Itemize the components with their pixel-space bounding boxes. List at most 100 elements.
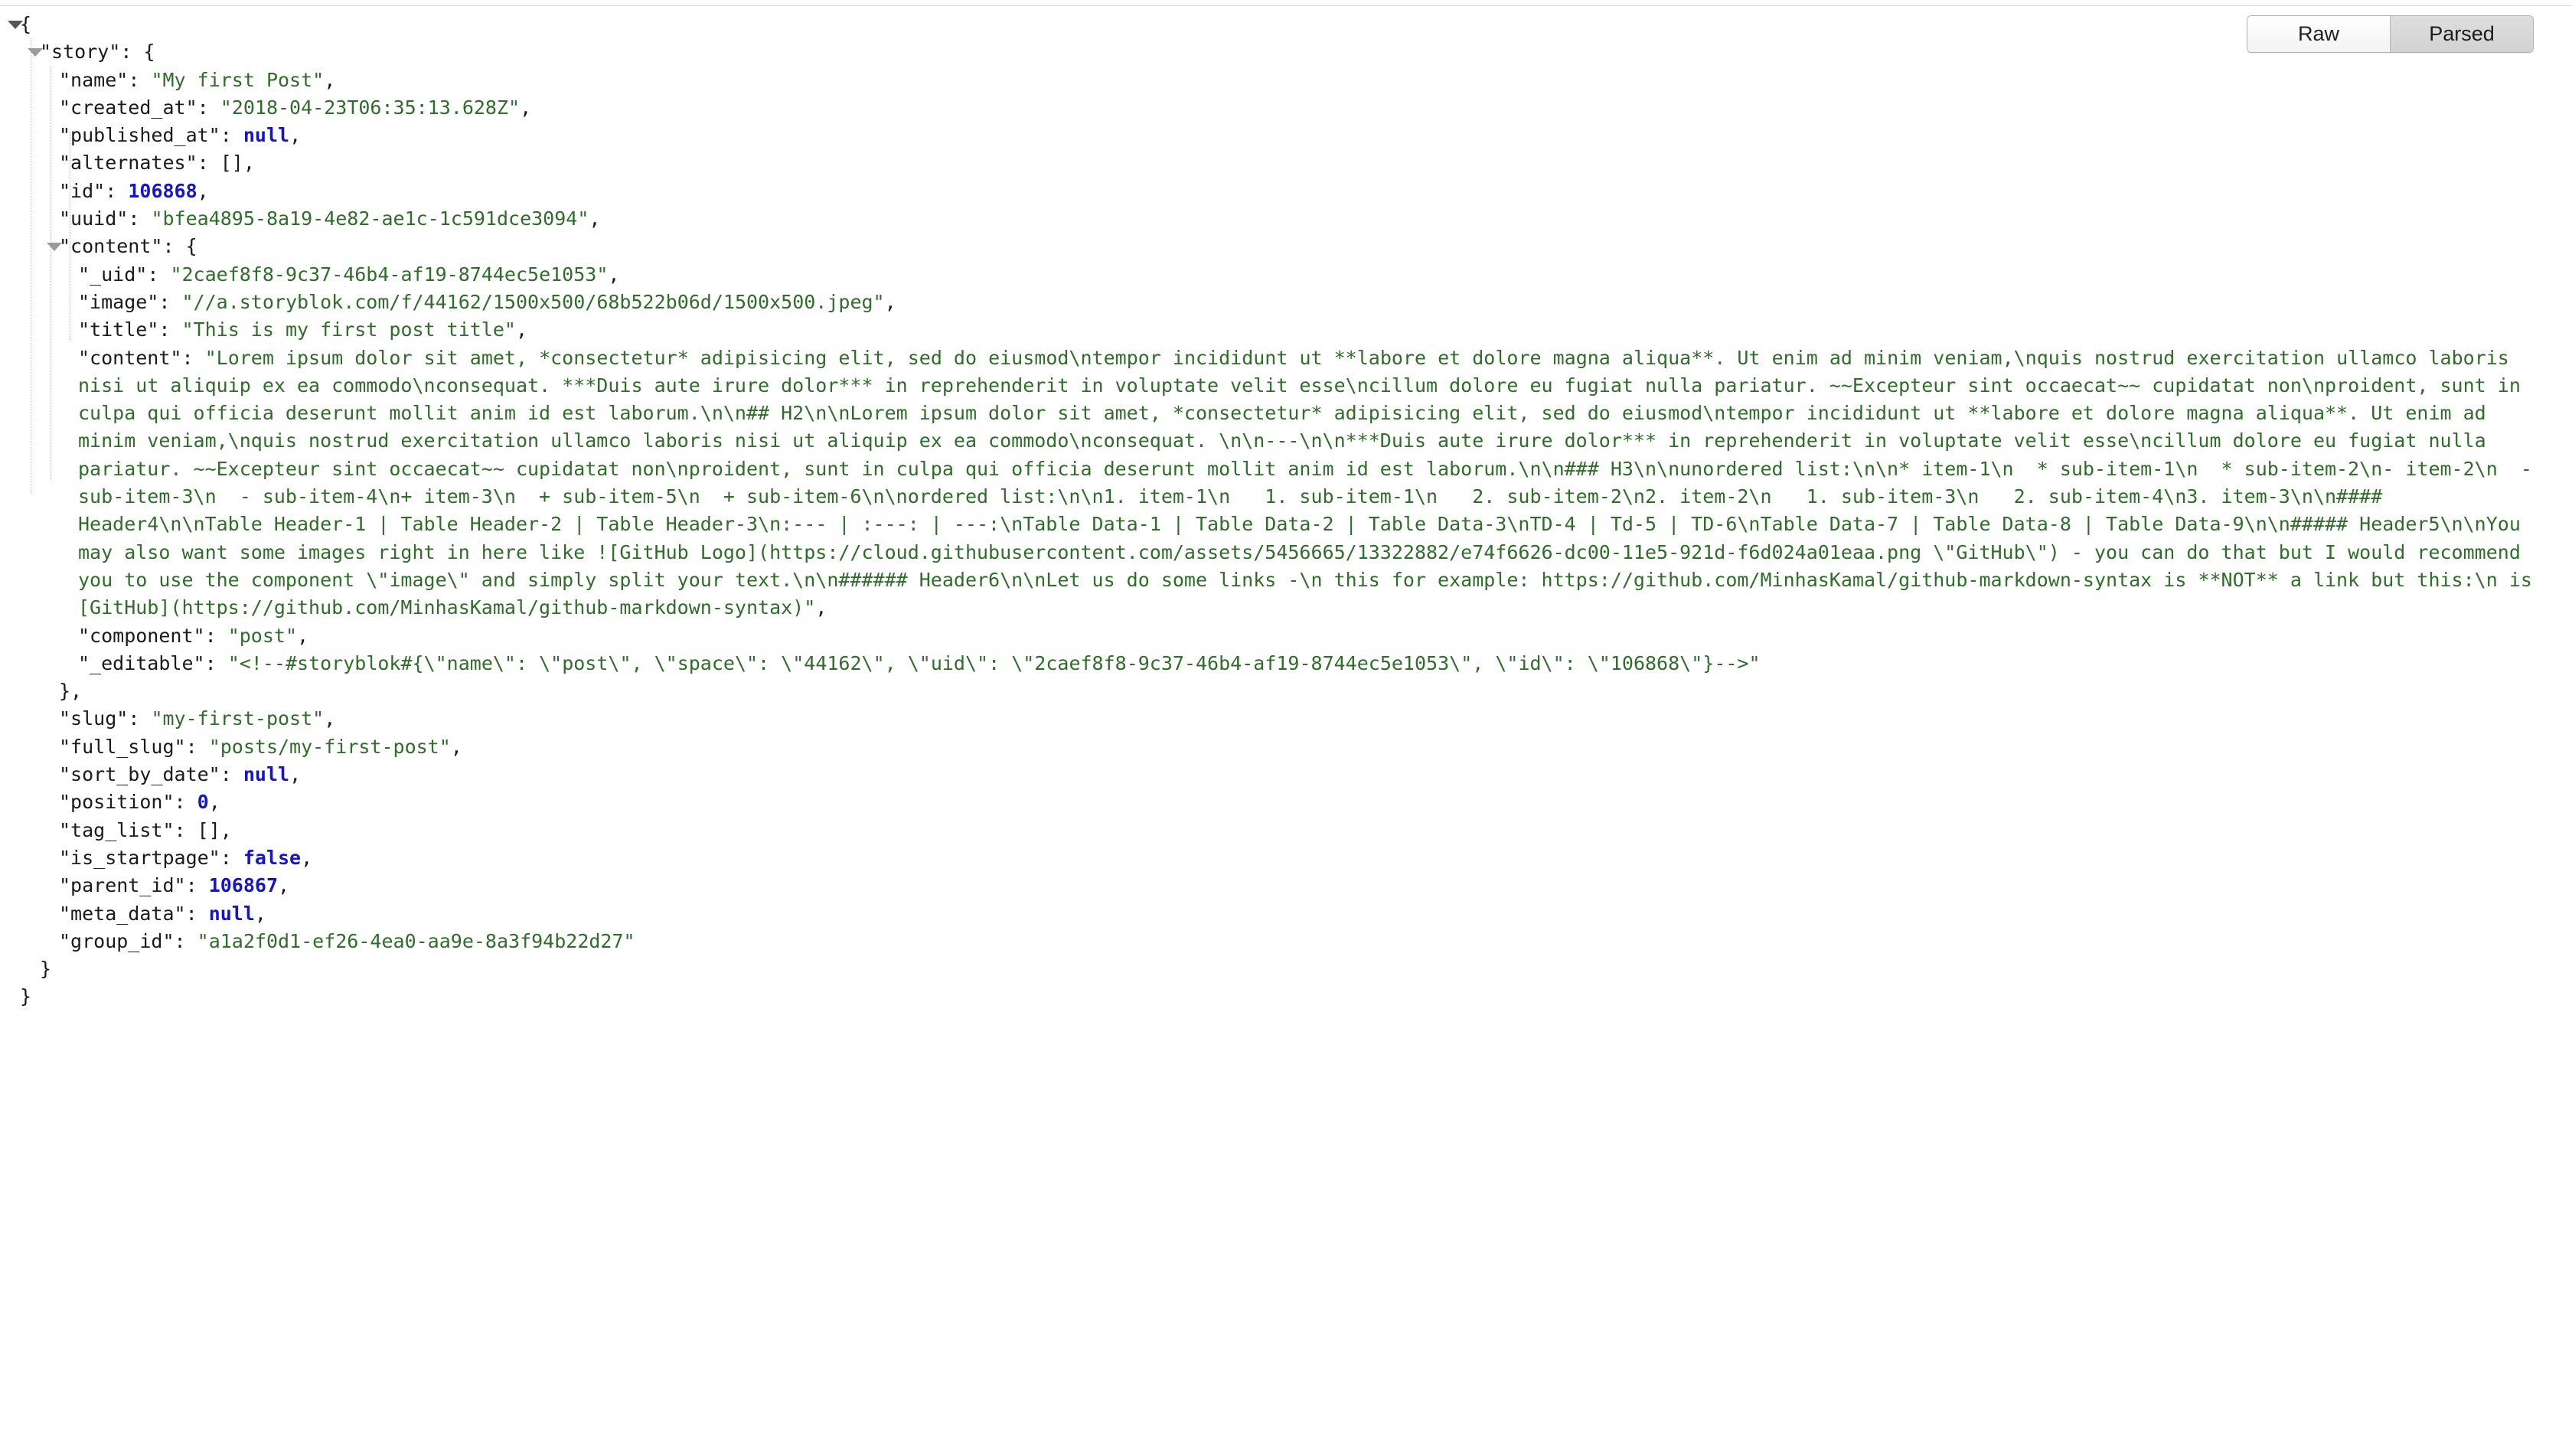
content-brace-close: }, — [59, 680, 83, 703]
value-image: "//a.storyblok.com/f/44162/1500x500/68b5… — [181, 290, 885, 313]
json-row-editable: "_editable": "<!--#storyblok#{\"name\": … — [0, 650, 2572, 677]
value-created-at: "2018-04-23T06:35:13.628Z" — [220, 96, 521, 119]
colon-uuid: : — [128, 207, 140, 230]
colon-id: : — [105, 179, 117, 202]
key-slug: "slug" — [59, 707, 129, 730]
disclosure-triangle-story-icon[interactable] — [28, 48, 43, 57]
json-row-content-value: "content": "Lorem ipsum dolor sit amet, … — [0, 344, 2572, 622]
colon-story: : — [120, 41, 132, 64]
colon-position: : — [174, 791, 186, 814]
key-group-id: "group_id" — [59, 929, 175, 952]
top-separator-rule — [0, 5, 2572, 6]
json-tree-viewer: { "story": { "name": "My first Post", "c… — [0, 11, 2572, 1011]
value-name: "My first Post" — [151, 68, 325, 91]
key-is-startpage: "is_startpage" — [59, 846, 220, 869]
key-sort-by-date: "sort_by_date" — [59, 763, 220, 786]
json-row-uuid: "uuid": "bfea4895-8a19-4e82-ae1c-1c591dc… — [0, 205, 2572, 233]
key-uuid: "uuid" — [59, 207, 129, 230]
colon-title: : — [158, 318, 171, 341]
json-row-slug: "slug": "my-first-post", — [0, 705, 2572, 733]
json-row-id: "id": 106868, — [0, 178, 2572, 205]
key-uid: "_uid" — [78, 263, 148, 286]
comma-alternates: , — [243, 152, 255, 175]
comma-slug: , — [324, 707, 336, 730]
key-content-object: "content" — [59, 235, 163, 258]
value-id: 106868 — [128, 179, 197, 202]
json-row-parent-id: "parent_id": 106867, — [0, 872, 2572, 899]
key-id: "id" — [59, 179, 106, 202]
colon-full-slug: : — [185, 735, 197, 758]
value-uuid: "bfea4895-8a19-4e82-ae1c-1c591dce3094" — [151, 207, 589, 230]
key-component: "component" — [78, 624, 205, 647]
comma-is-startpage: , — [301, 846, 313, 869]
json-row-group-id: "group_id": "a1a2f0d1-ef26-4ea0-aa9e-8a3… — [0, 928, 2572, 955]
colon-alternates: : — [197, 152, 209, 175]
value-sort-by-date: null — [243, 763, 290, 786]
comma-full-slug: , — [450, 735, 462, 758]
key-image: "image" — [78, 290, 159, 313]
disclosure-triangle-content-icon[interactable] — [47, 243, 62, 252]
key-alternates: "alternates" — [59, 152, 197, 175]
colon-published-at: : — [220, 124, 232, 147]
key-parent-id: "parent_id" — [59, 874, 186, 897]
value-title: "This is my first post title" — [181, 318, 516, 341]
json-row-full-slug: "full_slug": "posts/my-first-post", — [0, 733, 2572, 761]
json-row-published-at: "published_at": null, — [0, 122, 2572, 149]
content-brace-open: { — [185, 235, 197, 258]
json-row-meta-data: "meta_data": null, — [0, 900, 2572, 928]
key-full-slug: "full_slug" — [59, 735, 186, 758]
root-brace-close: } — [20, 985, 32, 1008]
json-row-image: "image": "//a.storyblok.com/f/44162/1500… — [0, 289, 2572, 316]
key-editable: "_editable" — [78, 651, 205, 674]
colon-content-object: : — [162, 235, 175, 258]
comma-image: , — [884, 290, 896, 313]
json-row-title: "title": "This is my first post title", — [0, 316, 2572, 344]
colon-is-startpage: : — [220, 846, 232, 869]
colon-editable: : — [204, 651, 217, 674]
colon-content: : — [181, 346, 194, 369]
value-full-slug: "posts/my-first-post" — [208, 735, 451, 758]
comma-content: , — [815, 596, 827, 619]
story-brace-close: } — [40, 958, 52, 981]
value-group-id: "a1a2f0d1-ef26-4ea0-aa9e-8a3f94b22d27" — [197, 929, 635, 952]
colon-group-id: : — [174, 929, 186, 952]
comma-component: , — [297, 624, 309, 647]
colon-uid: : — [147, 263, 159, 286]
value-component: "post" — [227, 624, 298, 647]
json-row-created-at: "created_at": "2018-04-23T06:35:13.628Z"… — [0, 94, 2572, 122]
colon-slug: : — [128, 707, 140, 730]
comma-parent-id: , — [278, 874, 290, 897]
key-content: "content" — [78, 346, 182, 369]
json-row-alternates: "alternates": [], — [0, 149, 2572, 177]
value-editable: "<!--#storyblok#{\"name\": \"post\", \"s… — [227, 651, 1761, 674]
value-tag-list: [] — [197, 818, 220, 841]
comma-name: , — [324, 68, 336, 91]
colon-image: : — [158, 290, 171, 313]
value-uid: "2caef8f8-9c37-46b4-af19-8744ec5e1053" — [170, 263, 609, 286]
story-brace-open: { — [143, 41, 155, 64]
value-published-at: null — [243, 124, 290, 147]
colon-meta-data: : — [185, 902, 197, 925]
json-row-content-close: }, — [0, 677, 2572, 705]
colon-parent-id: : — [185, 874, 197, 897]
json-row-tag-list: "tag_list": [], — [0, 817, 2572, 844]
json-row-is-startpage: "is_startpage": false, — [0, 844, 2572, 872]
json-row-component: "component": "post", — [0, 622, 2572, 650]
value-content: "Lorem ipsum dolor sit amet, *consectetu… — [78, 346, 2544, 619]
value-slug: "my-first-post" — [151, 707, 325, 730]
key-created-at: "created_at" — [59, 96, 197, 119]
json-row-sort-by-date: "sort_by_date": null, — [0, 761, 2572, 788]
disclosure-triangle-root-icon[interactable] — [8, 21, 23, 29]
json-row-root-open: { — [0, 11, 2572, 38]
value-meta-data: null — [208, 902, 255, 925]
key-tag-list: "tag_list" — [59, 818, 175, 841]
colon-created-at: : — [197, 96, 209, 119]
comma-created-at: , — [520, 96, 532, 119]
value-parent-id: 106867 — [208, 874, 279, 897]
value-is-startpage: false — [243, 846, 302, 869]
json-row-content-open: "content": { — [0, 233, 2572, 260]
json-row-name: "name": "My first Post", — [0, 67, 2572, 94]
comma-position: , — [208, 791, 220, 814]
key-name: "name" — [59, 68, 129, 91]
comma-published-at: , — [289, 124, 302, 147]
